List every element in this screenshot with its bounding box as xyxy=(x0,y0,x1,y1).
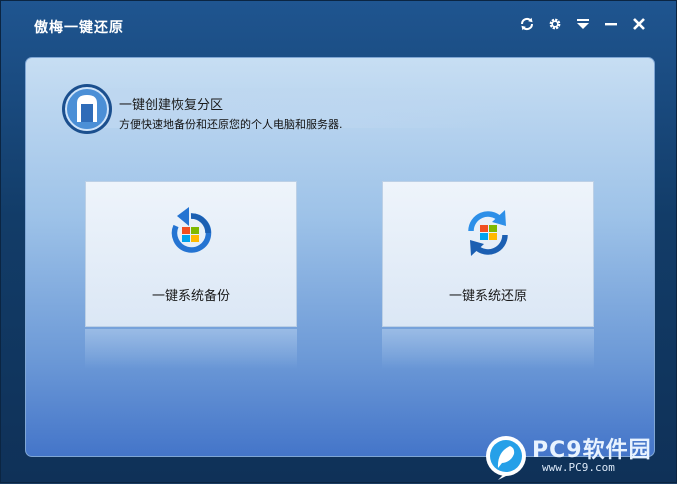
window-controls xyxy=(518,15,648,33)
system-restore-button[interactable]: 一键系统还原 xyxy=(382,181,594,327)
header-subtitle: 方便快速地备份和还原您的个人电脑和服务器. xyxy=(119,118,343,131)
pc9-url-text: www.PC9.com xyxy=(542,461,615,474)
backup-reflection xyxy=(85,329,297,369)
menu-dropdown-icon[interactable] xyxy=(574,15,592,33)
refresh-icon[interactable] xyxy=(518,15,536,33)
restore-icon xyxy=(461,206,515,260)
system-restore-label: 一键系统还原 xyxy=(448,289,527,304)
pc9-logo-icon xyxy=(484,434,528,480)
pc9-watermark: PC9软件园 www.PC9.com xyxy=(482,434,672,480)
recovery-partition-icon[interactable] xyxy=(60,82,114,136)
pc9-brand-text: PC9软件园 xyxy=(532,438,652,463)
minimize-icon[interactable] xyxy=(602,15,620,33)
header-title[interactable]: 一键创建恢复分区 xyxy=(119,94,223,113)
system-backup-button[interactable]: 一键系统备份 xyxy=(85,181,297,327)
app-window: 傲梅一键还原 一键创建恢复分区 方便快速地备份和还原您的个人电脑和服务器. 一键… xyxy=(0,0,677,483)
system-backup-label: 一键系统备份 xyxy=(151,289,230,304)
restore-reflection xyxy=(382,329,594,369)
gear-icon[interactable] xyxy=(546,15,564,33)
backup-icon xyxy=(164,206,218,260)
title-bar[interactable]: 傲梅一键还原 xyxy=(1,1,677,51)
window-title: 傲梅一键还原 xyxy=(34,20,124,36)
close-icon[interactable] xyxy=(630,15,648,33)
main-panel: 一键创建恢复分区 方便快速地备份和还原您的个人电脑和服务器. 一键系统备份 一键… xyxy=(25,57,655,457)
